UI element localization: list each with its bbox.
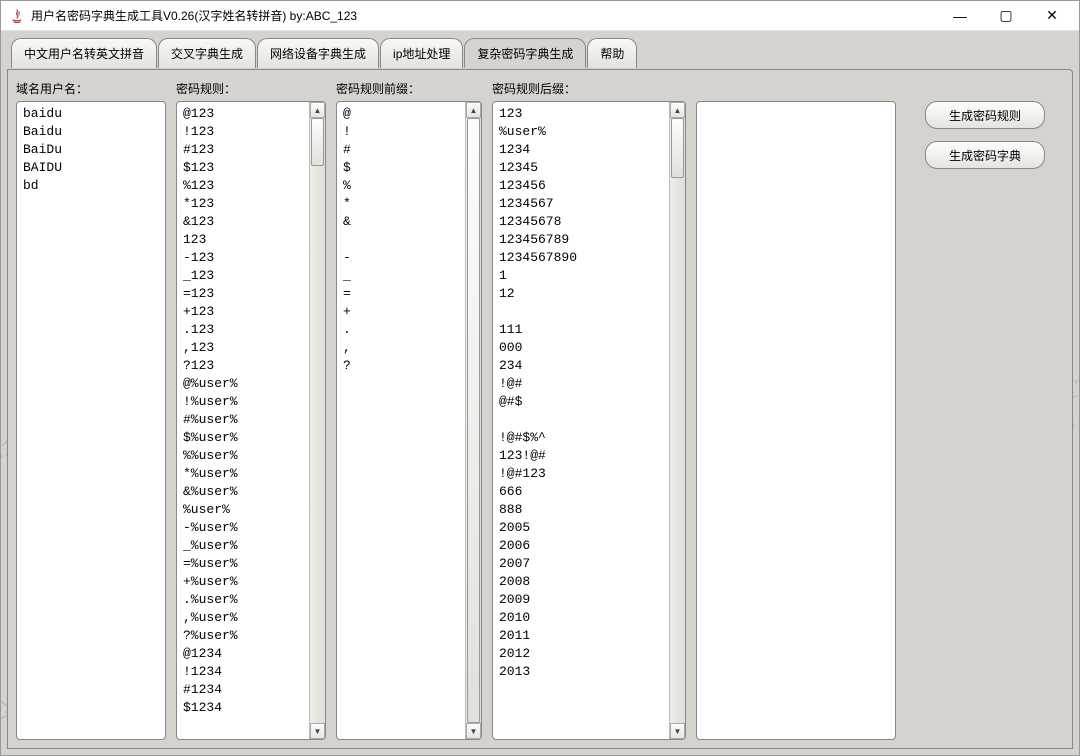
window-controls: ― ▢ ✕ bbox=[937, 1, 1075, 31]
tab-pinyin[interactable]: 中文用户名转英文拼音 bbox=[11, 38, 157, 68]
tab-ip-handle[interactable]: ip地址处理 bbox=[380, 38, 463, 68]
button-column: 生成密码规则 生成密码字典 bbox=[906, 101, 1064, 740]
scroll-up-icon[interactable]: ▲ bbox=[310, 102, 325, 118]
label-prefixes: 密码规则前缀： bbox=[336, 80, 482, 97]
scroll-up-icon[interactable]: ▲ bbox=[466, 102, 481, 118]
java-icon bbox=[9, 8, 25, 24]
generate-rules-button[interactable]: 生成密码规则 bbox=[925, 101, 1045, 129]
columns-row: baidu Baidu BaiDu BAIDU bd @123 !123 #12… bbox=[16, 101, 1064, 740]
scroll-down-icon[interactable]: ▼ bbox=[670, 723, 685, 739]
scrollbar[interactable]: ▲ ▼ bbox=[669, 102, 685, 739]
tab-complex-password[interactable]: 复杂密码字典生成 bbox=[464, 38, 586, 68]
maximize-button[interactable]: ▢ bbox=[983, 1, 1029, 31]
content-area: 中文用户名转英文拼音 交叉字典生成 网络设备字典生成 ip地址处理 复杂密码字典… bbox=[1, 31, 1079, 755]
scroll-down-icon[interactable]: ▼ bbox=[310, 723, 325, 739]
suffixes-list[interactable]: 123 %user% 1234 12345 123456 1234567 123… bbox=[492, 101, 686, 740]
password-rules-list[interactable]: @123 !123 #123 $123 %123 *123 &123 123 -… bbox=[176, 101, 326, 740]
tab-help[interactable]: 帮助 bbox=[587, 38, 637, 68]
minimize-button[interactable]: ― bbox=[937, 1, 983, 31]
tab-bar: 中文用户名转英文拼音 交叉字典生成 网络设备字典生成 ip地址处理 复杂密码字典… bbox=[7, 37, 1073, 67]
generate-dict-button[interactable]: 生成密码字典 bbox=[925, 141, 1045, 169]
scroll-thumb[interactable] bbox=[671, 118, 684, 178]
window-title: 用户名密码字典生成工具V0.26(汉字姓名转拼音) by:ABC_123 bbox=[31, 7, 937, 24]
label-suffixes: 密码规则后缀： bbox=[492, 80, 686, 97]
scroll-up-icon[interactable]: ▲ bbox=[670, 102, 685, 118]
app-window: 用户名密码字典生成工具V0.26(汉字姓名转拼音) by:ABC_123 ― ▢… bbox=[0, 0, 1080, 756]
label-domain-users: 域名用户名： bbox=[16, 80, 166, 97]
scroll-thumb[interactable] bbox=[311, 118, 324, 166]
scroll-thumb[interactable] bbox=[467, 118, 480, 723]
titlebar: 用户名密码字典生成工具V0.26(汉字姓名转拼音) by:ABC_123 ― ▢… bbox=[1, 1, 1079, 31]
scrollbar[interactable]: ▲ ▼ bbox=[309, 102, 325, 739]
tab-network-device[interactable]: 网络设备字典生成 bbox=[257, 38, 379, 68]
label-password-rules: 密码规则： bbox=[176, 80, 326, 97]
tab-panel: 域名用户名： 密码规则： 密码规则前缀： 密码规则后缀： baidu Baidu… bbox=[7, 69, 1073, 749]
scroll-down-icon[interactable]: ▼ bbox=[466, 723, 481, 739]
domain-users-list[interactable]: baidu Baidu BaiDu BAIDU bd bbox=[16, 101, 166, 740]
labels-row: 域名用户名： 密码规则： 密码规则前缀： 密码规则后缀： bbox=[16, 80, 1064, 97]
scrollbar[interactable]: ▲ ▼ bbox=[465, 102, 481, 739]
prefixes-list[interactable]: @ ! # $ % * & - _ = + . , ? ▲ ▼ bbox=[336, 101, 482, 740]
tab-cross-dict[interactable]: 交叉字典生成 bbox=[158, 38, 256, 68]
close-button[interactable]: ✕ bbox=[1029, 1, 1075, 31]
output-list[interactable] bbox=[696, 101, 896, 740]
